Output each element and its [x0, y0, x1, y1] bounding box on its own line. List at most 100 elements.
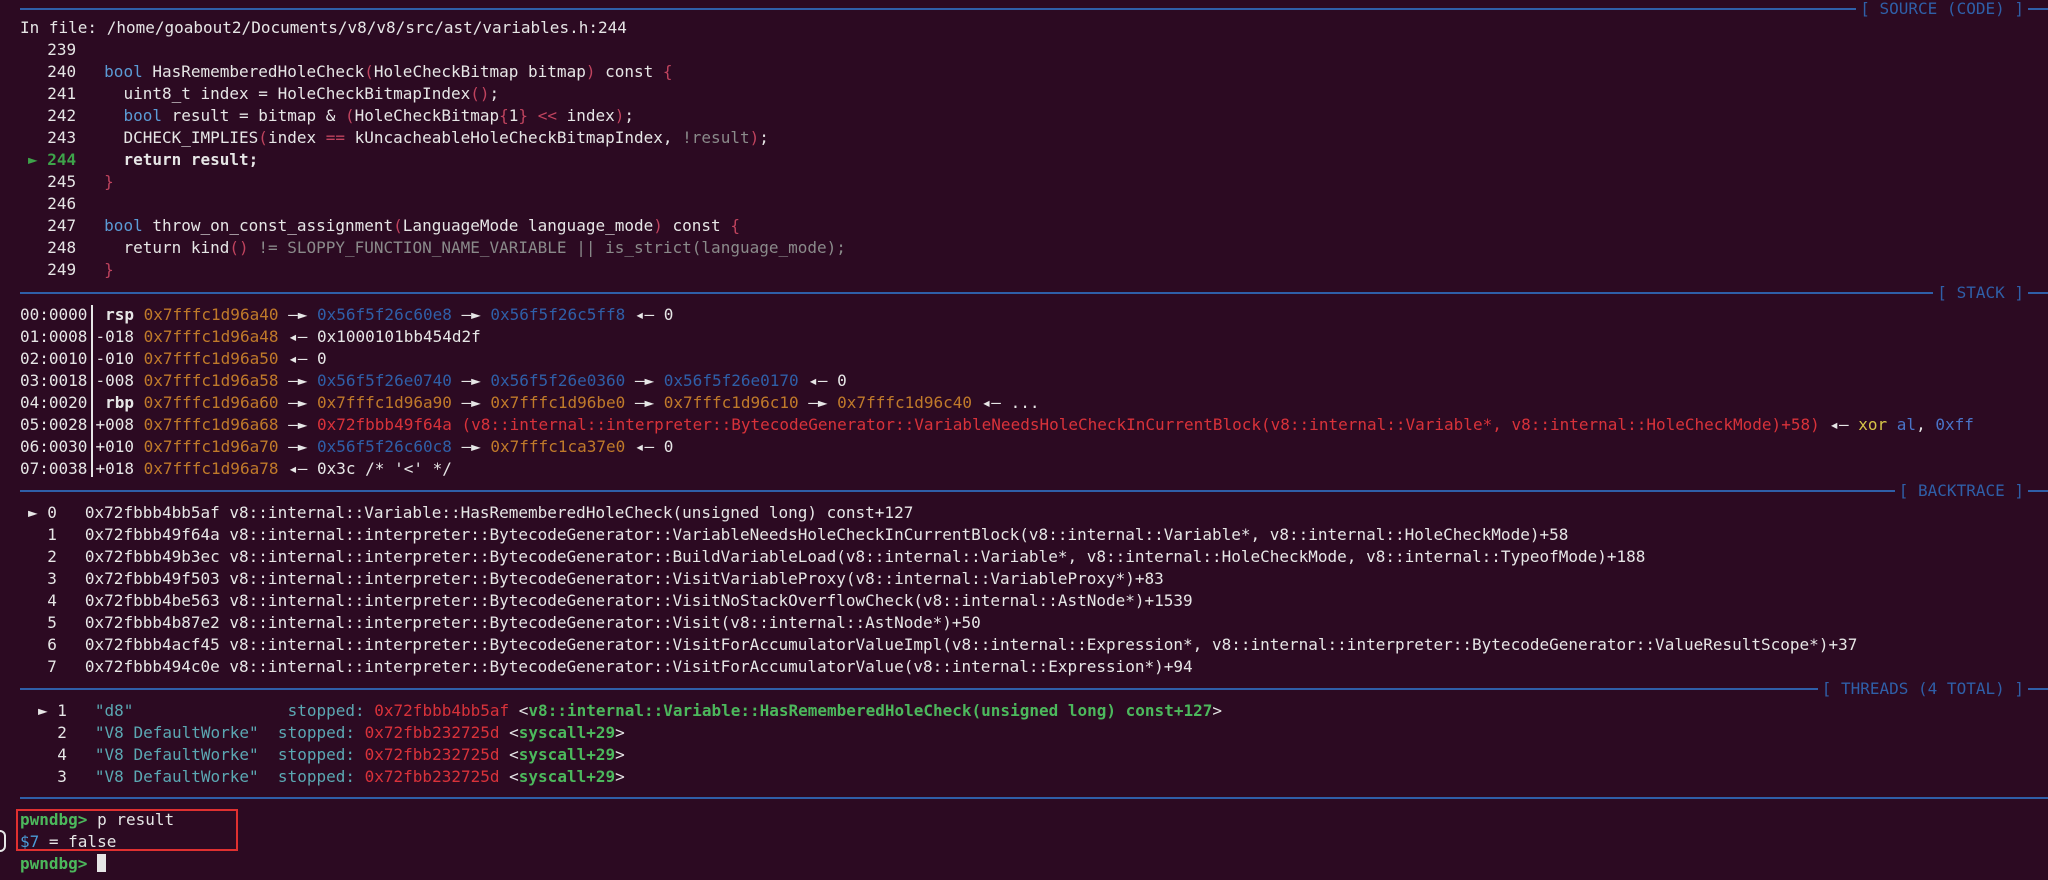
source-line: 245} — [28, 171, 114, 193]
source-file-path: In file: /home/goabout2/Documents/v8/v8/… — [20, 18, 627, 37]
stack-value: 0x7fffc1d96a50 ◂— 0 — [143, 349, 327, 368]
thread-state: stopped: — [268, 745, 355, 764]
stack-row: 02:0010 -010 0x7fffc1d96a50 ◂— 0 — [20, 348, 327, 370]
frame-symbol: v8::internal::interpreter::BytecodeGener… — [219, 525, 1569, 544]
thread-state: stopped: — [268, 723, 355, 742]
stack-offset: -010 — [95, 349, 134, 368]
backtrace-frame[interactable]: 5 0x72fbbb4b87e2 v8::internal::interprete… — [28, 612, 981, 634]
stack-value: 0x7fffc1d96a68 —► 0x72fbbb49f64a (v8::in… — [143, 415, 1974, 434]
edge-marker — [0, 830, 6, 852]
line-number: 240 — [47, 62, 77, 81]
backtrace-frame[interactable]: 4 0x72fbbb4be563 v8::internal::interprete… — [28, 590, 1193, 612]
stack-row: 03:0018 -008 0x7fffc1d96a58 —► 0x56f5f26e… — [20, 370, 847, 392]
frame-index: 4 — [28, 591, 57, 610]
console-input-line[interactable]: pwndbg> — [20, 853, 107, 875]
stack-row: 05:0028 +008 0x7fffc1d96a68 —► 0x72fbbb49… — [20, 414, 1974, 436]
thread-name: "V8 DefaultWorke" — [94, 745, 269, 764]
frame-index: 5 — [28, 613, 57, 632]
frame-address: 0x72fbbb49b3ec — [84, 547, 220, 566]
frame-index: ► 0 — [28, 503, 57, 522]
source-line: 242 bool result = bitmap & (HoleCheckBit… — [28, 105, 634, 127]
current-line-marker — [28, 40, 47, 59]
stack-value: 0x7fffc1d96a78 ◂— 0x3c /* '<' */ — [143, 459, 452, 478]
stack-value: 0x7fffc1d96a60 —► 0x7fffc1d96a90 —► 0x7f… — [143, 393, 1040, 412]
source-code: } — [104, 260, 114, 279]
source-line: 247 bool throw_on_const_assignment(Langua… — [28, 215, 740, 237]
text-cursor[interactable] — [97, 854, 107, 872]
stack-value: 0x7fffc1d96a70 —► 0x56f5f26c60c8 —► 0x7f… — [143, 437, 674, 456]
source-code: bool result = bitmap & (HoleCheckBitmap{… — [123, 106, 635, 125]
frame-symbol: v8::internal::interpreter::BytecodeGener… — [219, 591, 1193, 610]
backtrace-frame[interactable]: ► 0 0x72fbbb4bb5af v8::internal::Variable… — [28, 502, 913, 524]
frame-symbol: v8::internal::interpreter::BytecodeGener… — [219, 613, 981, 632]
thread-function: <syscall+29> — [509, 723, 625, 742]
frame-symbol: v8::internal::Variable::HasRememberedHol… — [219, 503, 914, 522]
backtrace-frame[interactable]: 1 0x72fbbb49f64a v8::internal::interprete… — [28, 524, 1568, 546]
stack-offset: +008 — [95, 415, 134, 434]
stack-header: [ STACK ] — [1933, 282, 2028, 304]
source-code: uint8_t index = HoleCheckBitmapIndex(); — [104, 84, 500, 103]
stack-row: 00:0000 rsp 0x7fffc1d96a40 —► 0x56f5f26c… — [20, 304, 673, 326]
thread-row[interactable]: 2 "V8 DefaultWorke" stopped: 0x72fbb23272… — [38, 722, 625, 744]
thread-function: <v8::internal::Variable::HasRememberedHo… — [518, 701, 1222, 720]
frame-symbol: v8::internal::interpreter::BytecodeGener… — [219, 657, 1193, 676]
current-line-marker — [28, 62, 47, 81]
backtrace-frame[interactable]: 3 0x72fbbb49f503 v8::internal::interprete… — [28, 568, 1164, 590]
thread-row[interactable]: 3 "V8 DefaultWorke" stopped: 0x72fbb23272… — [38, 766, 625, 788]
stack-index: 06:0030 — [20, 437, 88, 456]
thread-index: 4 — [38, 745, 67, 764]
console-prompt-active: pwndbg> — [20, 854, 88, 873]
frame-address: 0x72fbbb49f64a — [84, 525, 220, 544]
backtrace-header: [ BACKTRACE ] — [1894, 480, 2028, 502]
stack-index: 04:0020 — [20, 393, 88, 412]
stack-row: 06:0030 +010 0x7fffc1d96a70 —► 0x56f5f26c… — [20, 436, 673, 458]
current-line-marker — [28, 84, 47, 103]
source-line: 239 — [28, 39, 104, 61]
source-line: 240 bool HasRememberedHoleCheck(HoleCheck… — [28, 61, 672, 83]
line-number: 246 — [47, 194, 77, 213]
source-code: DCHECK_IMPLIES(index == kUncacheableHole… — [104, 128, 769, 147]
line-number: 244 — [47, 150, 77, 169]
source-code: bool throw_on_const_assignment(LanguageM… — [104, 216, 740, 235]
thread-row[interactable]: 4 "V8 DefaultWorke" stopped: 0x72fbb23272… — [38, 744, 624, 766]
thread-address: 0x72fbb232725d — [355, 767, 500, 786]
stack-separator: [ STACK ] — [20, 282, 2048, 304]
source-separator: [ SOURCE (CODE) ] — [20, 0, 2048, 20]
thread-name: "V8 DefaultWorke" — [94, 723, 269, 742]
frame-address: 0x72fbbb4be563 — [84, 591, 220, 610]
stack-row: 07:0038 +018 0x7fffc1d96a78 ◂— 0x3c /* '<… — [20, 458, 452, 480]
source-line: 243 DCHECK_IMPLIES(index == kUncacheable… — [28, 127, 769, 149]
stack-row: 01:0008 -018 0x7fffc1d96a48 ◂— 0x1000101b… — [20, 326, 481, 348]
backtrace-frame[interactable]: 6 0x72fbbb4acf45 v8::internal::interprete… — [28, 634, 1857, 656]
stack-index: 07:0038 — [20, 459, 88, 478]
line-number: 245 — [47, 172, 77, 191]
stack-row: 04:0020 rbp 0x7fffc1d96a60 —► 0x7fffc1d9… — [20, 392, 1039, 414]
current-line-marker — [28, 128, 47, 147]
frame-index: 3 — [28, 569, 57, 588]
thread-function: <syscall+29> — [509, 767, 625, 786]
thread-address: 0x72fbb232725d — [355, 745, 500, 764]
backtrace-frame[interactable]: 2 0x72fbbb49b3ec v8::internal::interprete… — [28, 546, 1645, 568]
frame-symbol: v8::internal::interpreter::BytecodeGener… — [219, 547, 1646, 566]
thread-state: stopped: — [277, 701, 365, 720]
backtrace-frame[interactable]: 7 0x72fbbb494c0e v8::internal::interprete… — [28, 656, 1193, 678]
current-line-marker — [28, 238, 47, 257]
current-line-marker: ► — [28, 150, 48, 169]
stack-index: 02:0010 — [20, 349, 88, 368]
thread-name: "d8" — [94, 701, 278, 720]
line-number: 242 — [47, 106, 77, 125]
stack-offset: +018 — [95, 459, 134, 478]
thread-index: 3 — [38, 767, 67, 786]
frame-address: 0x72fbbb4bb5af — [84, 503, 220, 522]
console-separator — [20, 797, 2048, 799]
thread-index: 2 — [38, 723, 67, 742]
stack-value: 0x7fffc1d96a48 ◂— 0x1000101bb454d2f — [143, 327, 481, 346]
highlight-box — [16, 809, 238, 851]
source-line: 249} — [28, 259, 114, 281]
frame-address: 0x72fbbb4b87e2 — [84, 613, 220, 632]
thread-row[interactable]: ► 1 "d8" stopped: 0x72fbbb4bb5af <v8::int… — [38, 700, 1222, 722]
stack-index: 05:0028 — [20, 415, 88, 434]
threads-header: [ THREADS (4 TOTAL) ] — [1817, 678, 2028, 700]
current-line-marker — [28, 106, 47, 125]
source-code: } — [104, 172, 114, 191]
